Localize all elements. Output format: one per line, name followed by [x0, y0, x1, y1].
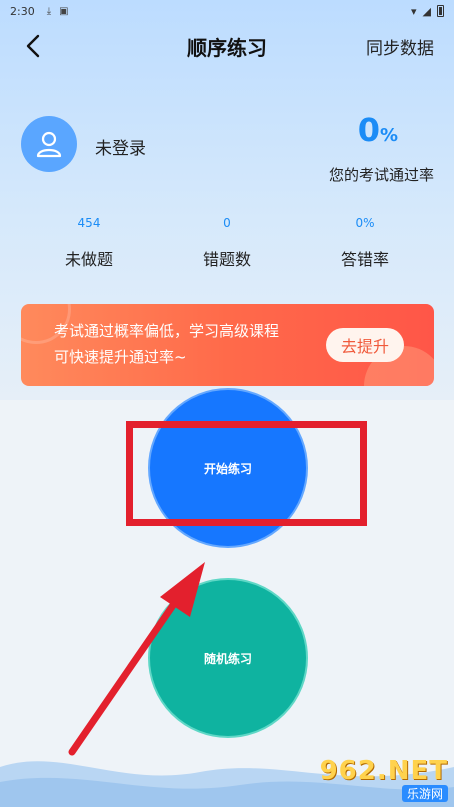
stat-value: 0%	[355, 216, 375, 230]
stat-error-rate[interactable]: 0% 答错率	[305, 216, 425, 270]
sync-data-button[interactable]: 同步数据	[366, 34, 434, 59]
stat-label: 未做题	[64, 250, 113, 269]
banner-line-2: 可快速提升通过率~	[54, 348, 187, 366]
stat-unanswered[interactable]: 454 未做题	[29, 216, 149, 270]
wifi-icon: ▾	[411, 4, 417, 18]
signal-icon: ◢	[422, 4, 431, 18]
stat-label: 答错率	[340, 250, 389, 269]
pass-rate-number: 0	[357, 111, 380, 149]
stat-value: 454	[77, 216, 101, 230]
pass-rate-label: 您的考试通过率	[328, 166, 434, 184]
status-time: 2:30	[10, 4, 35, 18]
download-icon: ⤓	[46, 5, 52, 17]
watermark-sub: 乐游网	[401, 784, 448, 802]
login-status[interactable]: 未登录	[95, 134, 146, 159]
banner-line-1: 考试通过概率偏低，学习高级课程	[54, 322, 280, 340]
pass-rate-value: 0%	[358, 111, 398, 149]
random-practice-button[interactable]: 随机练习	[148, 578, 308, 738]
banner-text: 考试通过概率偏低，学习高级课程 可快速提升通过率~	[54, 318, 324, 370]
watermark-main: 962.NET	[319, 755, 448, 786]
highlight-box	[126, 421, 367, 526]
navbar: 顺序练习 同步数据	[0, 28, 454, 64]
pass-rate-unit: %	[379, 125, 398, 146]
random-practice-label: 随机练习	[203, 651, 252, 666]
upgrade-banner[interactable]: 考试通过概率偏低，学习高级课程 可快速提升通过率~ 去提升	[21, 304, 434, 386]
status-bar: 2:30 ⤓ ▣ ▾ ◢	[0, 0, 454, 22]
stat-label: 错题数	[202, 250, 251, 269]
app-icon: ▣	[59, 5, 69, 17]
user-icon	[36, 131, 62, 158]
stat-value: 0	[223, 216, 231, 230]
stat-wrong-count[interactable]: 0 错题数	[167, 216, 287, 270]
watermark-logo: 962.NET 乐游网	[308, 755, 448, 802]
improve-button[interactable]: 去提升	[326, 328, 404, 362]
avatar[interactable]	[21, 116, 77, 172]
battery-icon	[437, 5, 444, 17]
